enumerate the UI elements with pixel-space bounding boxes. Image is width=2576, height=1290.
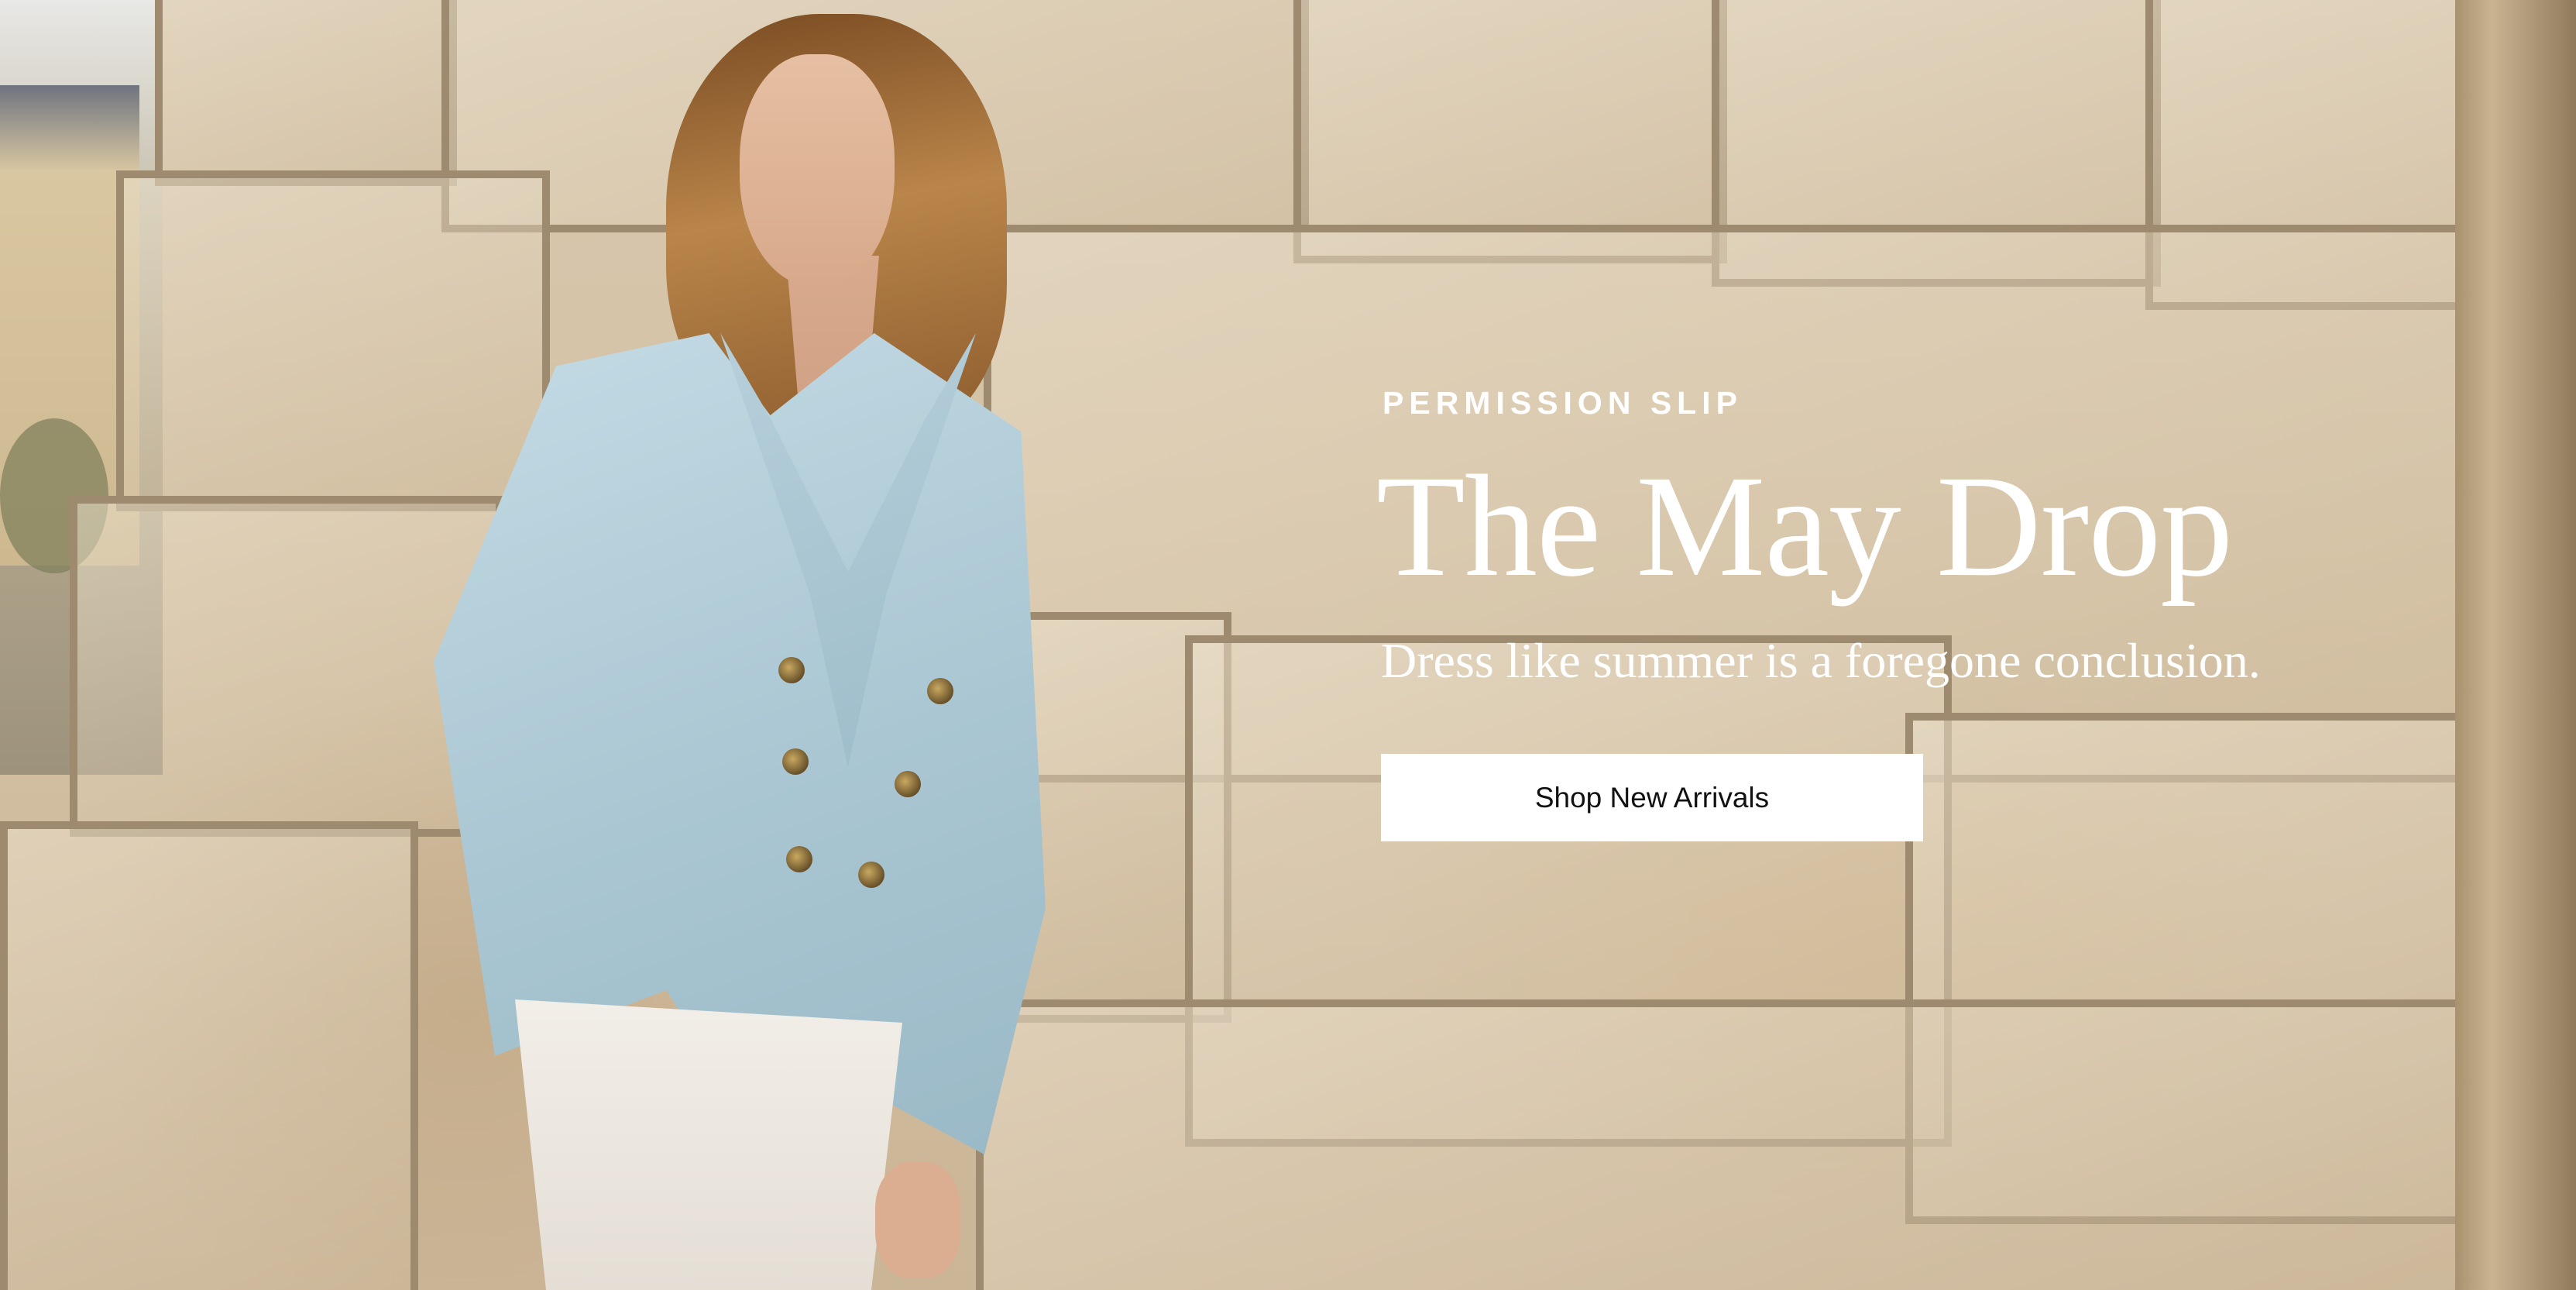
hero-headline: The May Drop: [1376, 445, 2233, 607]
white-trousers: [515, 999, 902, 1290]
model-face: [740, 54, 895, 287]
blazer-button: [778, 657, 805, 683]
carved-pillar: [2455, 0, 2576, 1290]
hero-eyebrow: PERMISSION SLIP: [1382, 385, 1743, 421]
model-photo: [0, 0, 1084, 1290]
blazer-button: [927, 678, 953, 704]
blazer-button: [895, 771, 921, 797]
hero-banner: PERMISSION SLIP The May Drop Dress like …: [0, 0, 2576, 1290]
blazer-button: [786, 846, 812, 872]
hero-copy: PERMISSION SLIP The May Drop Dress like …: [1376, 385, 2349, 841]
blazer-button: [858, 862, 884, 888]
shop-new-arrivals-button[interactable]: Shop New Arrivals: [1381, 754, 1923, 841]
blazer-button: [782, 748, 809, 775]
stone-block: [976, 999, 2486, 1290]
stone-block: [1293, 0, 1727, 263]
hero-subheadline: Dress like summer is a foregone conclusi…: [1381, 633, 2261, 688]
model-hand: [875, 1162, 960, 1278]
